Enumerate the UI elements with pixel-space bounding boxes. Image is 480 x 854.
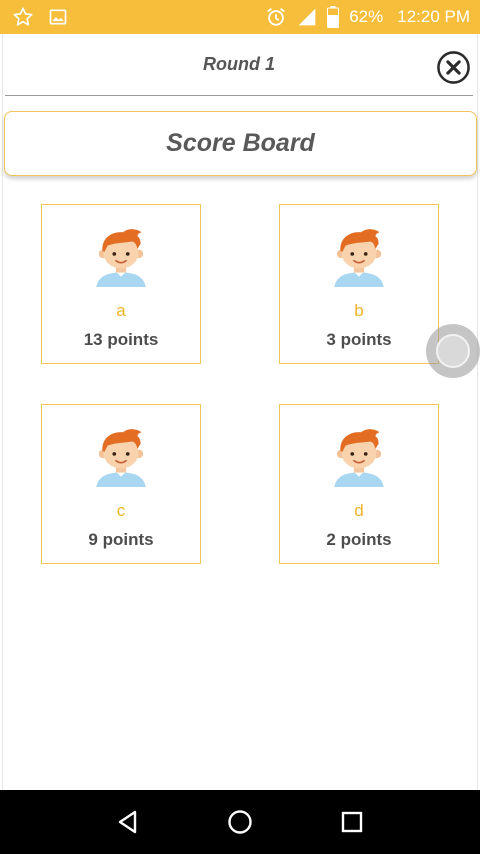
- back-button[interactable]: [108, 802, 148, 842]
- player-name: b: [354, 301, 364, 320]
- signal-icon: [297, 7, 317, 27]
- scoreboard-title: Score Board: [166, 129, 315, 157]
- status-time: 12:20 PM: [397, 7, 470, 26]
- home-icon: [228, 810, 252, 834]
- boy-avatar-icon: [334, 229, 384, 287]
- round-header: Round 1: [5, 34, 473, 96]
- player-card-b[interactable]: b 3 points: [279, 204, 439, 364]
- close-button[interactable]: [436, 50, 471, 85]
- player-card-a[interactable]: a 13 points: [41, 204, 201, 364]
- status-bar-right: 62% 12:20 PM: [255, 6, 470, 28]
- status-bar: 62% 12:20 PM: [0, 0, 480, 34]
- player-name: d: [354, 501, 364, 520]
- scoreboard-banner: Score Board: [4, 111, 477, 176]
- player-card-c[interactable]: c 9 points: [41, 404, 201, 564]
- player-name: a: [116, 301, 126, 320]
- recents-icon: [341, 811, 363, 833]
- recents-button[interactable]: [332, 802, 372, 842]
- alarm-icon: [265, 6, 287, 28]
- player-card-d[interactable]: d 2 points: [279, 404, 439, 564]
- player-points: 13 points: [83, 330, 159, 349]
- star-outline-icon: [12, 6, 34, 28]
- battery-icon: [327, 6, 340, 28]
- assistive-touch-button[interactable]: [426, 324, 480, 378]
- boy-avatar-icon: [334, 429, 384, 487]
- navigation-bar: [0, 790, 480, 854]
- boy-avatar-icon: [96, 229, 146, 287]
- player-points: 9 points: [88, 530, 154, 549]
- assistive-touch-inner: [436, 334, 470, 368]
- close-circle-icon: [437, 51, 470, 84]
- battery-percent: 62%: [349, 7, 384, 26]
- back-icon: [118, 810, 137, 834]
- player-points: 3 points: [326, 330, 392, 349]
- boy-avatar-icon: [96, 429, 146, 487]
- scoreboard-screen: Round 1 Score Board a 13 points b 3 poin…: [2, 34, 478, 790]
- status-bar-left: [12, 6, 82, 28]
- player-points: 2 points: [326, 530, 392, 549]
- player-name: c: [116, 501, 126, 520]
- round-title: Round 1: [203, 54, 275, 74]
- home-button[interactable]: [220, 802, 260, 842]
- image-icon: [48, 7, 68, 27]
